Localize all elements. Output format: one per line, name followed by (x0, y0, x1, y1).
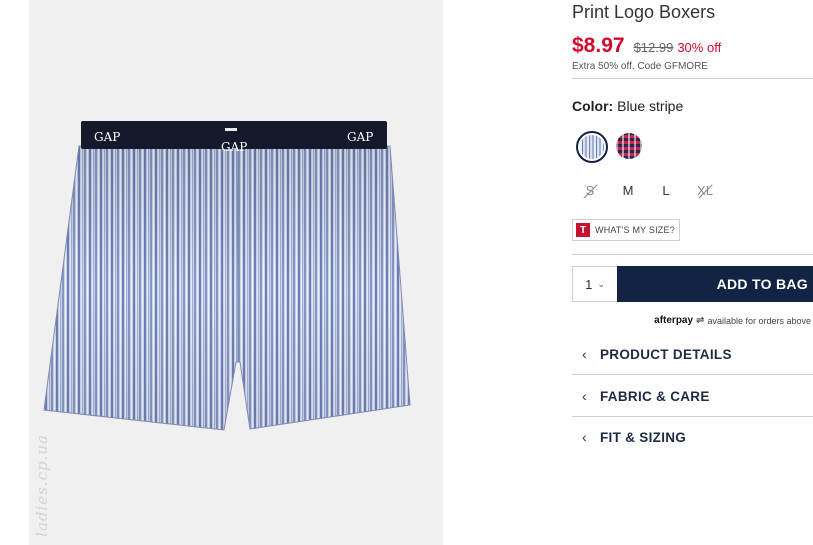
divider (572, 374, 813, 375)
percent-off: 30% off (677, 40, 722, 55)
waistband-logo: GAP (347, 130, 373, 144)
divider (572, 254, 813, 255)
chevron-left-icon: ‹ (582, 429, 587, 445)
quantity-select[interactable]: 1 ⌄ (572, 266, 618, 302)
size-option-l[interactable]: L (651, 181, 681, 201)
chevron-left-icon: ‹ (582, 346, 587, 362)
accordion-label: PRODUCT DETAILS (600, 346, 732, 362)
product-details-panel: Print Logo Boxers $8.97 $12.99 30% off E… (572, 0, 813, 545)
product-image-panel[interactable]: GAP GAP GAP ladies.cp.ua (29, 0, 443, 545)
whats-my-size-button[interactable]: T WHAT'S MY SIZE? (572, 219, 680, 241)
waistband-logo: GAP (94, 130, 120, 144)
add-to-bag-button[interactable]: ADD TO BAG (617, 266, 813, 302)
swatch-plaid[interactable] (616, 133, 642, 159)
size-option-s[interactable]: S (575, 181, 605, 201)
price-row: $8.97 $12.99 30% off (572, 34, 721, 58)
accordion-product-details[interactable]: ‹ PRODUCT DETAILS (572, 334, 813, 374)
accordion-label: FABRIC & CARE (600, 388, 710, 404)
afterpay-logo: afterpay (654, 315, 694, 326)
size-option-xl[interactable]: XL (690, 181, 720, 201)
afterpay-note: afterpay ⇌ available for orders above (654, 315, 811, 326)
true-fit-icon: T (576, 223, 590, 237)
waistband-logo: GAP (221, 140, 247, 154)
chevron-down-icon: ⌄ (597, 278, 605, 289)
promo-text: Extra 50% off. Code GFMORE (572, 61, 708, 72)
product-title: Print Logo Boxers (572, 2, 716, 22)
color-label: Color: Blue stripe (572, 98, 683, 114)
accordion-fit-sizing[interactable]: ‹ FIT & SIZING (572, 417, 813, 457)
size-selector: S M L XL (572, 181, 732, 203)
size-option-m[interactable]: M (613, 181, 643, 201)
sale-price: $8.97 (572, 34, 625, 57)
whats-my-size-label: WHAT'S MY SIZE? (595, 225, 675, 235)
swatch-blue-stripe[interactable] (576, 131, 608, 163)
original-price: $12.99 (633, 40, 674, 55)
quantity-value: 1 (585, 276, 593, 292)
accordion-fabric-care[interactable]: ‹ FABRIC & CARE (572, 376, 813, 416)
size-label: L (662, 183, 670, 198)
boxers-product-image: GAP GAP GAP (43, 121, 411, 431)
color-label-key: Color: (572, 98, 614, 114)
afterpay-arrows-icon: ⇌ (696, 315, 705, 326)
size-label: M (622, 183, 634, 198)
color-value: Blue stripe (617, 98, 684, 114)
afterpay-text: available for orders above (707, 315, 811, 326)
divider (572, 78, 813, 79)
chevron-left-icon: ‹ (582, 388, 587, 404)
accordion-label: FIT & SIZING (600, 429, 687, 445)
watermark: ladies.cp.ua (33, 434, 51, 537)
